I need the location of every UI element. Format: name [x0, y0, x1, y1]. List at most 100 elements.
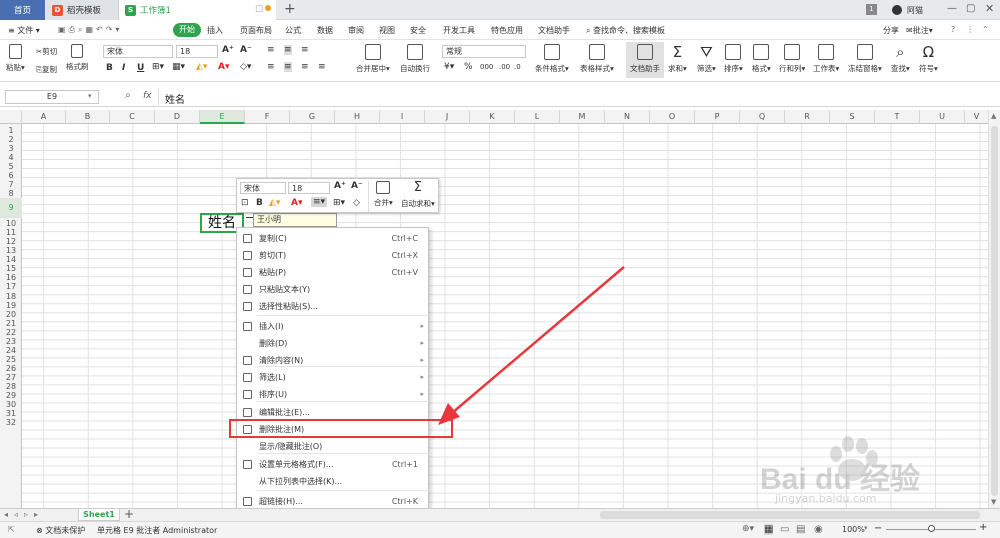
menu-item-cut[interactable]: 剪切(T) Ctrl+X	[237, 247, 430, 264]
menu-tab-doc-helper[interactable]: 文档助手	[538, 25, 570, 36]
copy-button[interactable]: ⎘复制	[36, 64, 57, 75]
mini-border-icon[interactable]: ⊞▾	[333, 198, 345, 208]
collapse-ribbon-icon[interactable]: ⌃	[982, 25, 989, 34]
align-bottom-icon[interactable]: ≡	[301, 45, 309, 55]
eye-protect-icon[interactable]: ◉	[814, 524, 823, 535]
row-header[interactable]: 19	[0, 301, 22, 310]
protect-status[interactable]: ⊗ 文档未保护	[36, 525, 85, 536]
comment-note[interactable]: 王小明	[253, 213, 337, 227]
comment-button[interactable]: ✉批注▾	[906, 25, 933, 36]
column-header[interactable]: G	[290, 110, 335, 124]
menu-tab-special[interactable]: 特色应用	[491, 25, 523, 36]
column-header[interactable]: E	[200, 110, 245, 124]
row-header[interactable]: 16	[0, 273, 22, 282]
mini-merge-button[interactable]: 合并▾	[374, 181, 393, 208]
row-header[interactable]: 23	[0, 337, 22, 346]
increase-decimal-icon[interactable]: .00	[499, 63, 510, 71]
row-header[interactable]: 28	[0, 382, 22, 391]
row-header[interactable]: 10	[0, 219, 22, 228]
freeze-panes-button[interactable]: 冻结窗格▾	[848, 44, 882, 74]
macro-icon[interactable]: ⇱	[8, 525, 15, 534]
row-header[interactable]: 17	[0, 282, 22, 291]
row-header[interactable]: 20	[0, 310, 22, 319]
mini-fill-color-icon[interactable]: ◭▾	[269, 198, 280, 208]
zoom-level[interactable]: 100%	[842, 525, 865, 534]
fx-button[interactable]: fx	[143, 91, 152, 101]
symbol-button[interactable]: Ω 符号▾	[919, 44, 938, 74]
row-header[interactable]: 8	[0, 189, 22, 198]
zoom-out-icon[interactable]: −	[874, 523, 882, 534]
mini-autosum-button[interactable]: Σ 自动求和▾	[401, 181, 435, 209]
align-middle-icon[interactable]: ≡	[284, 45, 292, 55]
row-header[interactable]: 3	[0, 144, 22, 153]
select-all-corner[interactable]	[0, 110, 22, 124]
menu-item-copy[interactable]: 复制(C) Ctrl+C	[237, 230, 430, 247]
close-icon[interactable]: ✕	[985, 2, 994, 15]
sum-button[interactable]: Σ 求和▾	[668, 44, 687, 74]
format-painter-button[interactable]: 格式刷	[66, 44, 89, 72]
column-header[interactable]: T	[875, 110, 920, 124]
zoom-dropdown-icon[interactable]: ▾	[864, 524, 868, 532]
name-box-dropdown-icon[interactable]: ▾	[88, 92, 92, 100]
row-header[interactable]: 31	[0, 409, 22, 418]
row-header[interactable]: 4	[0, 153, 22, 162]
column-header[interactable]: N	[605, 110, 650, 124]
command-search[interactable]: ⌕ 查找命令、搜索模板	[586, 25, 665, 36]
thousands-icon[interactable]: 000	[480, 63, 493, 71]
tab-home[interactable]: 首页	[0, 0, 45, 20]
filter-button[interactable]: ⛛ 筛选▾	[697, 44, 716, 74]
percent-icon[interactable]: %	[464, 62, 473, 72]
column-header[interactable]: L	[515, 110, 560, 124]
reading-mode-icon[interactable]: ⊕▾	[742, 524, 754, 534]
row-header[interactable]: 5	[0, 162, 22, 171]
page-break-icon[interactable]: ▤	[796, 524, 805, 535]
tab-options-icon[interactable]: ▢	[255, 4, 263, 14]
tab-workbook[interactable]: S 工作簿1 ▢	[118, 0, 276, 20]
find-button[interactable]: ⌕ 查找▾	[891, 44, 910, 74]
normal-view-icon[interactable]: ▦	[764, 524, 774, 535]
row-header[interactable]: 30	[0, 400, 22, 409]
menu-tab-home[interactable]: 开始	[173, 23, 201, 37]
menu-tab-page-layout[interactable]: 页面布局	[240, 25, 272, 36]
menu-item-delete[interactable]: 删除(D) ▸	[237, 335, 430, 352]
row-header[interactable]: 15	[0, 264, 22, 273]
row-header[interactable]: 13	[0, 246, 22, 255]
menu-tab-review[interactable]: 审阅	[348, 25, 364, 36]
merge-small-icon[interactable]: ▦▾	[172, 62, 185, 72]
menu-item-insert[interactable]: 插入(I) ▸	[237, 318, 430, 335]
row-header[interactable]: 18	[0, 292, 22, 301]
column-header[interactable]: P	[695, 110, 740, 124]
column-header[interactable]: D	[155, 110, 200, 124]
bold-icon[interactable]: B	[106, 63, 113, 73]
mini-grow-font-icon[interactable]: A⁺	[334, 181, 346, 191]
menu-tab-view[interactable]: 视图	[379, 25, 395, 36]
zoom-slider-thumb[interactable]	[928, 525, 935, 532]
mini-clear-icon[interactable]: ◇	[353, 198, 360, 208]
maximize-icon[interactable]: ▢	[966, 3, 975, 14]
sheet-nav-icons[interactable]: ◂◃▹▸	[4, 510, 44, 519]
column-header[interactable]: C	[110, 110, 155, 124]
justify-icon[interactable]: ≡	[318, 62, 326, 72]
row-header[interactable]: 12	[0, 237, 22, 246]
format-button[interactable]: 格式▾	[752, 44, 771, 74]
column-header[interactable]: V	[965, 110, 989, 124]
fill-color-icon[interactable]: ◭▾	[196, 62, 207, 72]
currency-icon[interactable]: ¥▾	[444, 62, 454, 72]
menu-item-paste-text-only[interactable]: 只粘贴文本(Y)	[237, 281, 430, 298]
name-box[interactable]: E9	[5, 90, 99, 104]
row-header[interactable]: 1	[0, 126, 22, 135]
mini-font-select[interactable]: 宋体	[240, 182, 286, 194]
row-header[interactable]: 14	[0, 255, 22, 264]
clear-format-icon[interactable]: ◇▾	[240, 62, 251, 72]
mini-size-select[interactable]: 18	[288, 182, 330, 194]
quick-access-icons[interactable]: ▣⎙⌕▦↶↷▾	[58, 25, 122, 35]
mini-font-color-icon[interactable]: A▾	[291, 198, 302, 208]
align-right-icon[interactable]: ≡	[301, 62, 309, 72]
scroll-up-icon[interactable]: ▲	[991, 112, 996, 120]
cut-button[interactable]: ✂剪切	[36, 46, 57, 57]
column-header[interactable]: U	[920, 110, 965, 124]
window-count-badge[interactable]: 1	[866, 4, 877, 15]
new-tab-icon[interactable]: +	[284, 1, 296, 17]
menu-tab-security[interactable]: 安全	[410, 25, 426, 36]
menu-file[interactable]: ≡ 文件 ▾	[8, 25, 40, 36]
